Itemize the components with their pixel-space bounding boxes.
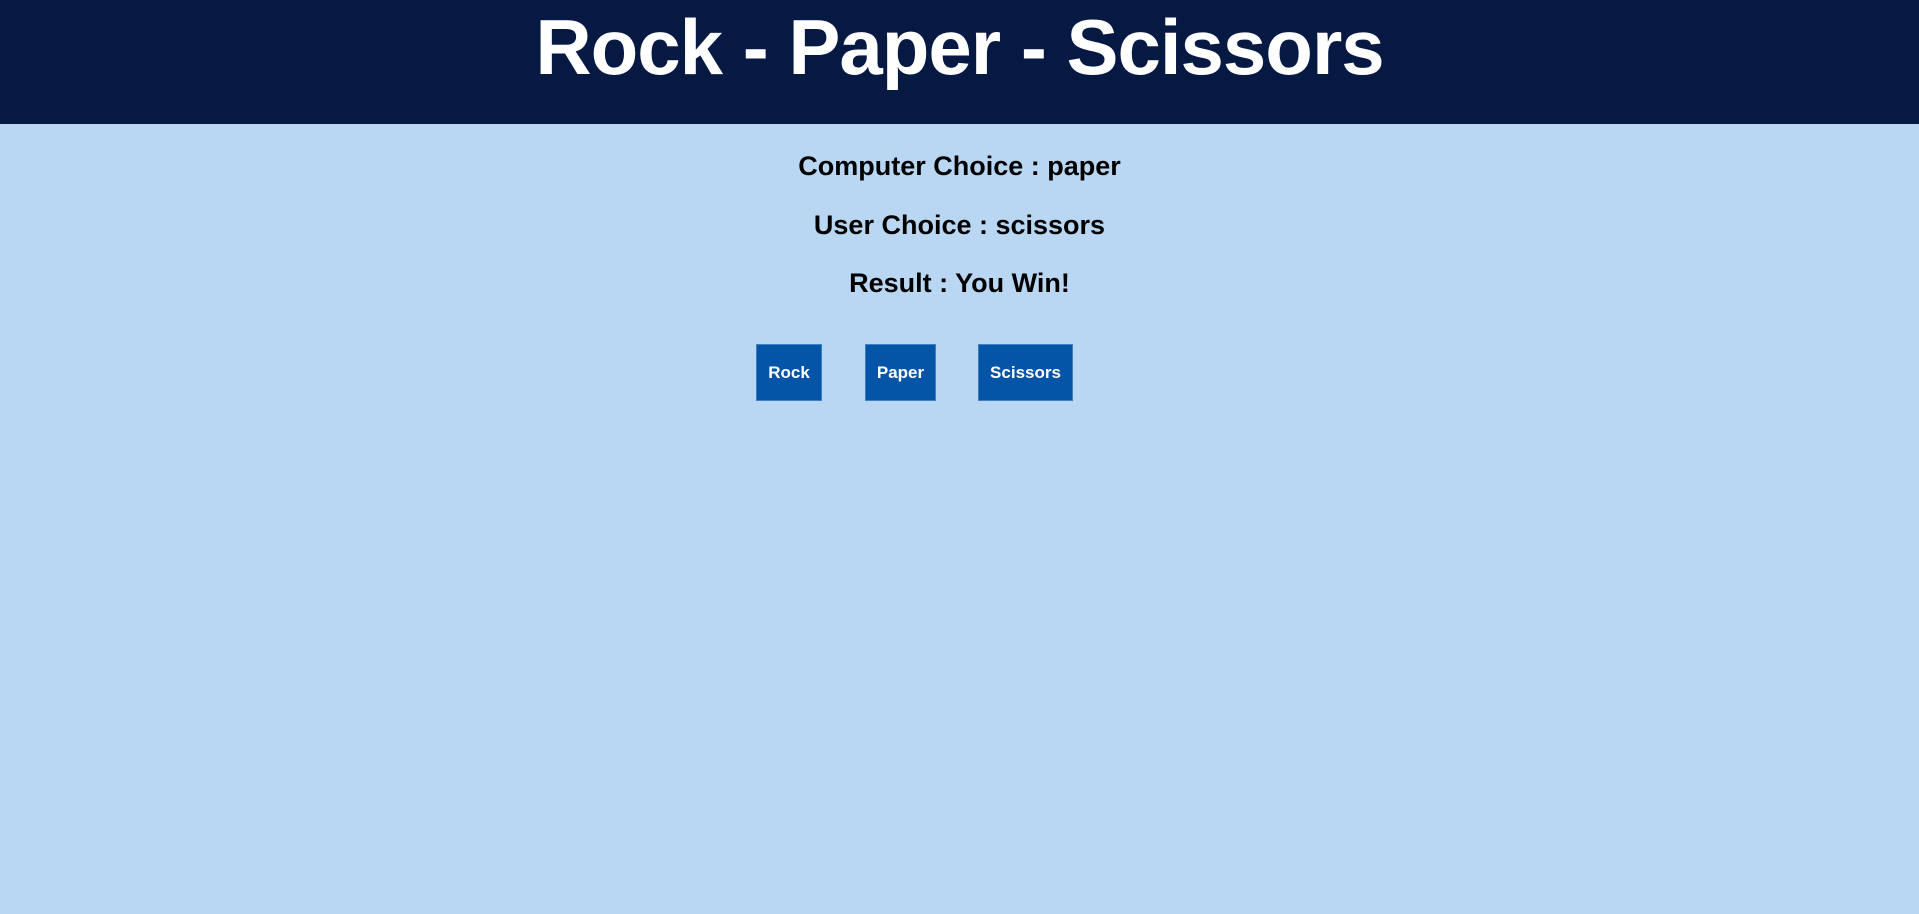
user-choice-text: User Choice : scissors (813, 210, 1106, 240)
scissors-button[interactable]: Scissors (978, 344, 1073, 401)
computer-choice-text: Computer Choice : paper (798, 151, 1121, 181)
page-header: Rock - Paper - Scissors (0, 0, 1919, 124)
paper-button[interactable]: Paper (865, 344, 936, 401)
result-text: Result : You Win! (849, 268, 1070, 298)
rock-button[interactable]: Rock (756, 344, 822, 401)
page-title: Rock - Paper - Scissors (535, 3, 1384, 91)
